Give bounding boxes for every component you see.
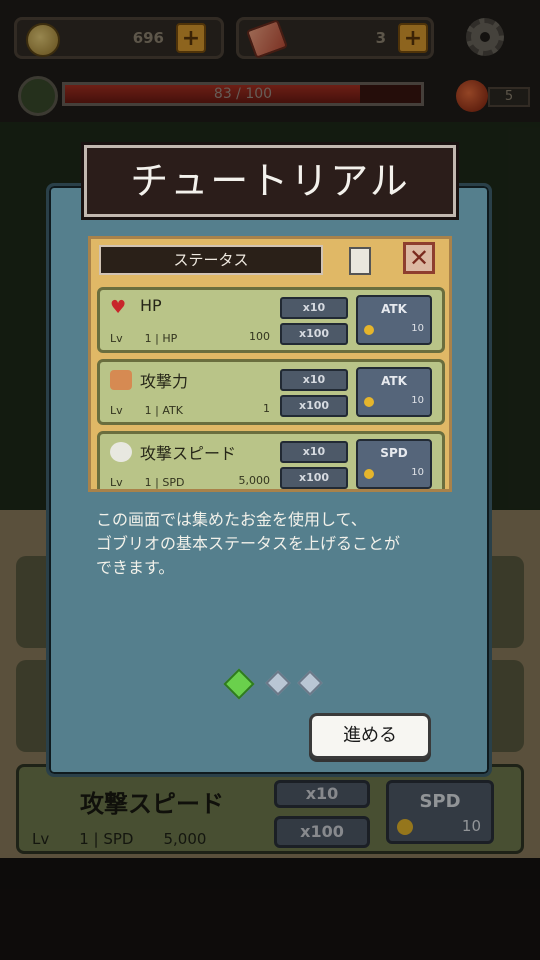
next-button[interactable]: 進める (309, 713, 431, 759)
preview-x100-button: x100 (280, 323, 348, 345)
preview-upgrade-label: ATK (381, 374, 407, 388)
preview-upgrade-button: ATK 10 (356, 295, 432, 345)
preview-card-value: 5,000 (238, 474, 271, 487)
tutorial-description: この画面では集めたお金を使用して、 ゴブリオの基本ステータスを上げることが でき… (96, 508, 476, 580)
preview-card-level: Lv 1 | HP (110, 332, 178, 345)
preview-x10-button: x10 (280, 441, 348, 463)
coin-icon (364, 469, 374, 479)
fist-icon (110, 370, 132, 390)
status-preview-image: ステータス ✕ ♥ HP Lv 1 | HP 100 x10 x100 ATK … (88, 236, 452, 492)
preview-card-spd: 攻撃スピード Lv 1 | SPD 5,000 x10 x100 SPD 10 (97, 431, 445, 489)
preview-upgrade-cost: 10 (411, 467, 424, 478)
close-icon: ✕ (403, 242, 435, 274)
preview-card-level: Lv 1 | SPD (110, 476, 185, 489)
preview-upgrade-button: ATK 10 (356, 367, 432, 417)
preview-x100-button: x100 (280, 395, 348, 417)
description-line: この画面では集めたお金を使用して、 (96, 510, 367, 529)
description-line: できます。 (96, 558, 175, 577)
preview-card-value: 100 (249, 330, 270, 343)
preview-card-name: HP (140, 296, 162, 315)
preview-card-name: 攻撃スピード (140, 444, 237, 463)
preview-x100-button: x100 (280, 467, 348, 489)
coin-icon (364, 397, 374, 407)
preview-card-hp: ♥ HP Lv 1 | HP 100 x10 x100 ATK 10 (97, 287, 445, 353)
preview-card-level: Lv 1 | ATK (110, 404, 183, 417)
preview-card-name: 攻撃力 (140, 372, 189, 391)
preview-x10-button: x10 (280, 297, 348, 319)
tutorial-title: チュートリアル (130, 159, 410, 203)
preview-card-value: 1 (263, 402, 270, 415)
preview-upgrade-label: SPD (380, 446, 408, 460)
preview-card-atk: 攻撃力 Lv 1 | ATK 1 x10 x100 ATK 10 (97, 359, 445, 425)
document-icon (349, 247, 371, 275)
preview-upgrade-cost: 10 (411, 395, 424, 406)
preview-upgrade-button: SPD 10 (356, 439, 432, 489)
preview-upgrade-cost: 10 (411, 323, 424, 334)
description-line: ゴブリオの基本ステータスを上げることが (96, 534, 401, 553)
status-header: ステータス (99, 245, 323, 275)
coin-icon (364, 325, 374, 335)
running-icon (110, 442, 132, 462)
preview-x10-button: x10 (280, 369, 348, 391)
heart-icon: ♥ (110, 297, 127, 318)
tutorial-title-box: チュートリアル (84, 145, 456, 217)
preview-upgrade-label: ATK (381, 302, 407, 316)
